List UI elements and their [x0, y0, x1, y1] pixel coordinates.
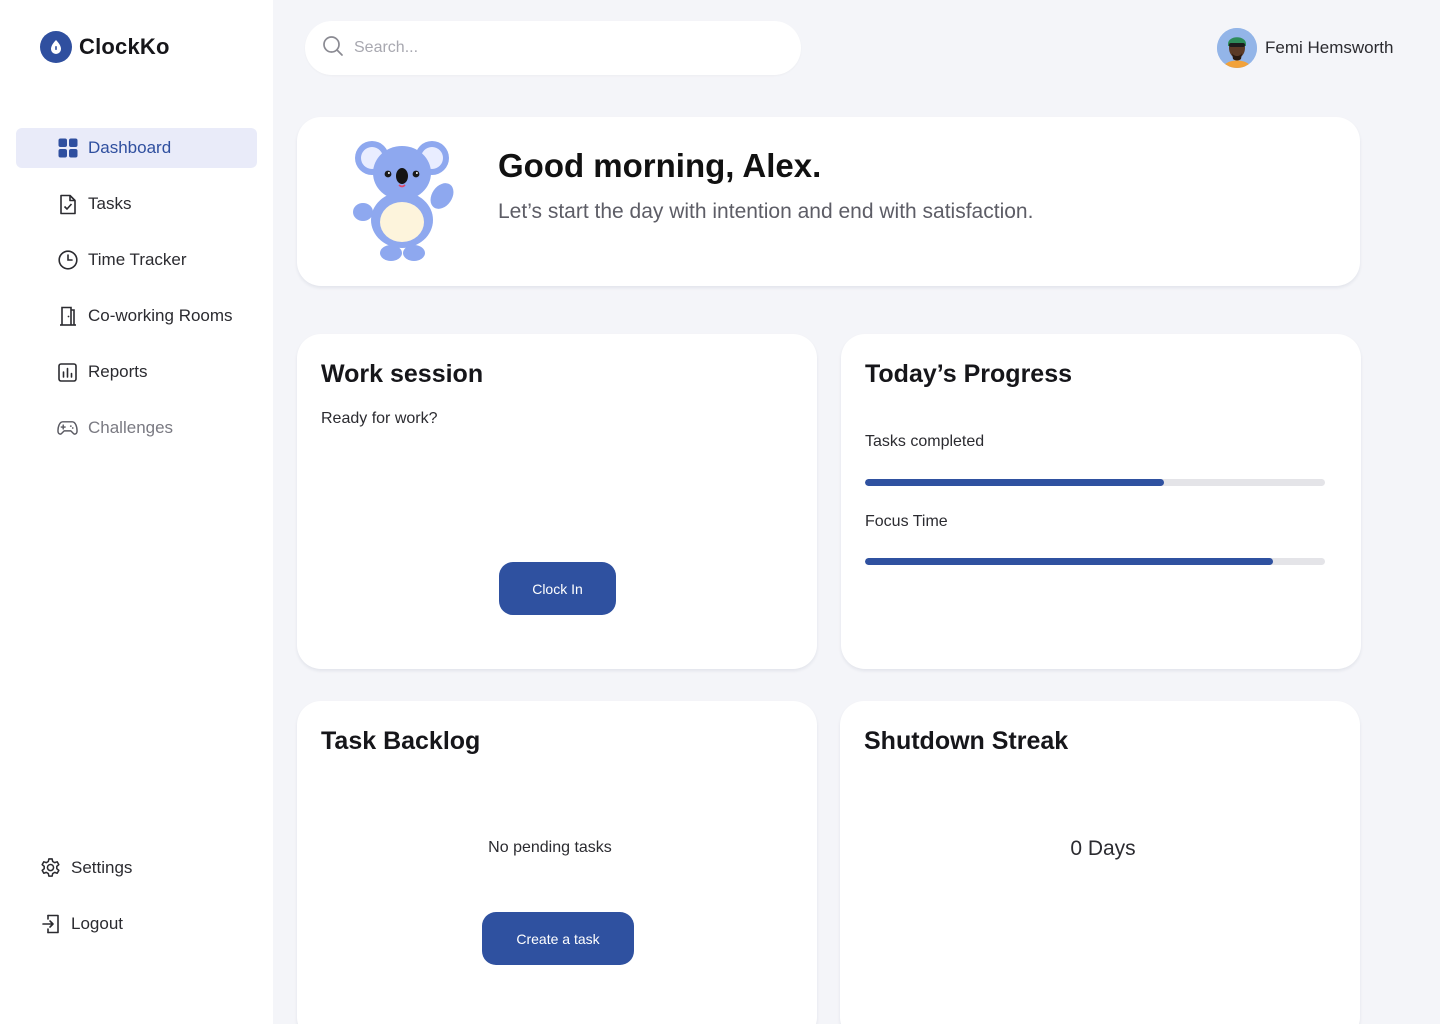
todays-progress-card: Today’s Progress Tasks completed Focus T… — [841, 334, 1361, 669]
clock-in-button[interactable]: Clock In — [499, 562, 616, 615]
create-task-button[interactable]: Create a task — [482, 912, 634, 965]
sidebar-item-time-tracker[interactable]: Time Tracker — [16, 240, 257, 280]
task-backlog-title: Task Backlog — [321, 727, 481, 755]
logout-icon — [40, 914, 61, 935]
avatar[interactable] — [1217, 28, 1257, 68]
gamepad-icon — [57, 418, 78, 439]
task-backlog-card: Task Backlog No pending tasks Create a t… — [297, 701, 817, 1024]
shutdown-streak-card: Shutdown Streak 0 Days — [840, 701, 1360, 1024]
tasks-completed-progress-bar — [865, 479, 1325, 486]
sidebar-item-label: Logout — [71, 914, 123, 933]
work-session-status: Ready for work? — [321, 410, 438, 427]
sidebar-nav: Dashboard Tasks Time Tracker Co-working … — [16, 128, 257, 464]
door-icon — [57, 306, 78, 327]
clock-icon — [57, 250, 78, 271]
sidebar-item-tasks[interactable]: Tasks — [16, 184, 257, 224]
sidebar-item-label: Co-working Rooms — [88, 306, 233, 325]
sidebar-item-reports[interactable]: Reports — [16, 352, 257, 392]
sidebar-item-label: Challenges — [88, 418, 174, 437]
sidebar-item-co-working-rooms[interactable]: Co-working Rooms — [16, 296, 257, 336]
sidebar-bottom-nav: Settings Logout — [40, 848, 132, 960]
shutdown-streak-title: Shutdown Streak — [864, 727, 1069, 755]
search-bar[interactable] — [305, 21, 801, 75]
greeting-card: Good morning, Alex. Let’s start the day … — [297, 117, 1360, 286]
streak-value: 0 Days — [1070, 837, 1136, 860]
user-profile[interactable]: Femi Hemsworth — [1217, 28, 1393, 68]
sidebar-item-label: Dashboard — [88, 138, 172, 157]
dashboard-grid-icon — [57, 138, 78, 159]
empty-state-text: No pending tasks — [488, 839, 612, 856]
sidebar-item-label: Settings — [71, 858, 133, 877]
greeting-title: Good morning, Alex. — [498, 147, 822, 184]
sidebar-item-challenges[interactable]: Challenges — [16, 408, 257, 448]
koala-mascot-illustration — [350, 138, 460, 269]
sidebar: ClockKo Dashboard Tasks Time Tracker Co-… — [0, 0, 273, 1024]
task-document-icon — [57, 194, 78, 215]
greeting-subtitle: Let’s start the day with intention and e… — [498, 200, 1034, 223]
app-logo[interactable]: ClockKo — [40, 31, 170, 63]
sidebar-item-label: Tasks — [88, 194, 132, 213]
sidebar-item-settings[interactable]: Settings — [40, 848, 132, 888]
user-name: Femi Hemsworth — [1265, 38, 1394, 57]
app-name: ClockKo — [79, 34, 170, 59]
search-icon — [322, 35, 344, 62]
focus-time-progress-bar — [865, 558, 1325, 565]
progress-title: Today’s Progress — [865, 360, 1073, 388]
tasks-completed-label: Tasks completed — [865, 433, 985, 450]
tasks-completed-progress-fill — [865, 479, 1164, 486]
sidebar-item-label: Reports — [88, 362, 148, 381]
logo-icon — [40, 31, 72, 63]
work-session-card: Work session Ready for work? Clock In — [297, 334, 817, 669]
focus-time-progress-fill — [865, 558, 1274, 565]
bar-chart-icon — [57, 362, 78, 383]
sidebar-item-dashboard[interactable]: Dashboard — [16, 128, 257, 168]
work-session-title: Work session — [321, 360, 484, 388]
search-input[interactable] — [354, 39, 774, 57]
sidebar-item-logout[interactable]: Logout — [40, 904, 132, 944]
gear-icon — [40, 858, 61, 879]
sidebar-item-label: Time Tracker — [88, 250, 187, 269]
focus-time-label: Focus Time — [865, 513, 948, 530]
